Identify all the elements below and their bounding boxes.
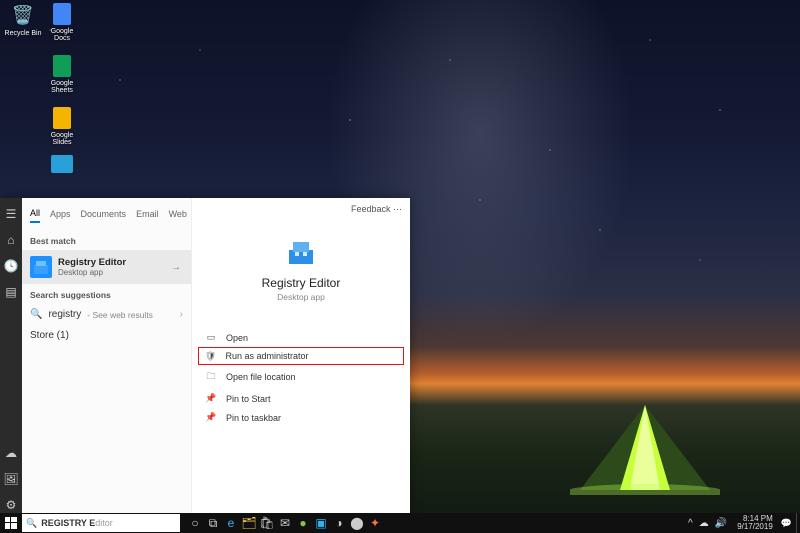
action-open[interactable]: ▭ Open — [198, 328, 404, 347]
open-icon: ▭ — [204, 332, 218, 343]
taskbar-search[interactable]: 🔍 REGISTRY Editor — [22, 514, 180, 532]
best-match-title: Registry Editor — [58, 257, 126, 268]
desktop: 🗑️ Recycle Bin Google Docs Google Sheets… — [0, 0, 800, 533]
app-icon[interactable]: ⬤ — [348, 513, 366, 533]
action-pin-to-start[interactable]: 📌 Pin to Start — [198, 389, 404, 408]
start-button[interactable] — [0, 513, 22, 533]
desktop-icon-google-docs[interactable]: Google Docs — [42, 3, 82, 42]
clock-date: 9/17/2019 — [737, 523, 773, 531]
shortcut-icon — [51, 155, 73, 173]
search-suggestions-label: Search suggestions — [22, 284, 191, 304]
desktop-icon-label: Google Docs — [42, 28, 82, 42]
shield-icon: 🛡 — [204, 351, 218, 362]
file-explorer-icon[interactable]: 🗂 — [240, 513, 258, 533]
list-icon[interactable]: ▤ — [3, 284, 19, 300]
desktop-icon-label: Google Slides — [42, 132, 82, 146]
action-label: Pin to taskbar — [226, 413, 281, 423]
cortana-icon[interactable]: ○ — [186, 513, 204, 533]
desktop-icon-label: Recycle Bin — [3, 30, 43, 37]
pin-icon: 📌 — [204, 393, 218, 404]
regedit-icon — [30, 256, 52, 278]
search-suggestion[interactable]: 🔍 registry - See web results › — [22, 304, 191, 325]
search-detail-column: Feedback ⋯ Registry Editor Desktop app ▭ — [192, 198, 410, 513]
wallpaper-tent — [570, 400, 720, 495]
google-sheets-icon — [53, 55, 71, 77]
recycle-bin-icon: 🗑️ — [11, 3, 35, 27]
arrow-right-icon: → — [171, 262, 181, 273]
search-text: REGISTRY Editor — [41, 518, 113, 528]
tab-apps[interactable]: Apps — [50, 209, 71, 222]
best-match-result[interactable]: Registry Editor Desktop app → — [22, 250, 191, 284]
tray-chevron-up-icon[interactable]: ^ — [688, 518, 693, 529]
desktop-icon-google-sheets[interactable]: Google Sheets — [42, 55, 82, 94]
google-docs-icon — [53, 3, 71, 25]
search-filter-tabs: All Apps Documents Email Web More ▾ — [22, 198, 191, 230]
desktop-icon-shortcut[interactable] — [42, 155, 82, 176]
action-run-as-administrator[interactable]: 🛡 Run as administrator — [198, 347, 404, 365]
picture-icon[interactable]: 🖼 — [3, 471, 19, 487]
detail-actions: ▭ Open 🛡 Run as administrator 🗀 Open fil… — [192, 328, 410, 427]
app-icon[interactable]: ✦ — [366, 513, 384, 533]
onedrive-icon[interactable]: ☁ — [699, 518, 709, 529]
app-icon[interactable]: ● — [294, 513, 312, 533]
action-label: Pin to Start — [226, 394, 271, 404]
suggestion-term: registry — [48, 309, 81, 320]
action-label: Open — [226, 333, 248, 343]
action-label: Run as administrator — [226, 351, 309, 361]
clock-icon[interactable]: 🕓 — [3, 258, 19, 274]
app-icon[interactable]: ▣ — [312, 513, 330, 533]
chevron-right-icon: › — [180, 309, 183, 320]
suggestion-hint: - See web results — [87, 310, 153, 320]
taskbar: 🔍 REGISTRY Editor ○ ⧉ e 🗂 🛍 ✉ ● ▣ ◑ ⬤ ✦ … — [0, 513, 800, 533]
taskbar-pinned: ○ ⧉ e 🗂 🛍 ✉ ● ▣ ◑ ⬤ ✦ — [186, 513, 384, 533]
search-icon: 🔍 — [30, 309, 42, 320]
search-icon: 🔍 — [26, 518, 37, 529]
cloud-icon[interactable]: ☁ — [3, 445, 19, 461]
steam-icon[interactable]: ◑ — [330, 513, 348, 533]
taskbar-clock[interactable]: 8:14 PM 9/17/2019 — [733, 515, 777, 531]
show-desktop-button[interactable] — [796, 513, 800, 533]
desktop-icon-recycle-bin[interactable]: 🗑️ Recycle Bin — [3, 3, 43, 37]
search-results-column: All Apps Documents Email Web More ▾ Best… — [22, 198, 192, 513]
start-rail: ☰ ⌂ 🕓 ▤ ☁ 🖼 ⚙ — [0, 198, 22, 513]
action-pin-to-taskbar[interactable]: 📌 Pin to taskbar — [198, 408, 404, 427]
tab-all[interactable]: All — [30, 208, 40, 223]
store-label: Store (1) — [30, 330, 69, 341]
task-view-icon[interactable]: ⧉ — [204, 513, 222, 533]
store-icon[interactable]: 🛍 — [258, 513, 276, 533]
tab-email[interactable]: Email — [136, 209, 159, 222]
best-match-label: Best match — [22, 230, 191, 250]
regedit-large-icon — [285, 236, 317, 268]
detail-header: Registry Editor Desktop app — [192, 236, 410, 302]
rail-spacer — [3, 310, 19, 435]
home-icon[interactable]: ⌂ — [3, 232, 19, 248]
hamburger-icon[interactable]: ☰ — [3, 206, 19, 222]
store-section[interactable]: Store (1) — [22, 325, 191, 346]
volume-icon[interactable]: 🔊 — [715, 518, 727, 529]
folder-icon: 🗀 — [204, 369, 218, 385]
detail-title: Registry Editor — [192, 276, 410, 290]
ellipsis-icon[interactable]: ⋯ — [393, 204, 402, 214]
feedback-link[interactable]: Feedback ⋯ — [351, 204, 402, 215]
pin-icon: 📌 — [204, 412, 218, 423]
system-tray: ^ ☁ 🔊 — [688, 518, 733, 529]
google-slides-icon — [53, 107, 71, 129]
tab-documents[interactable]: Documents — [81, 209, 127, 222]
gear-icon[interactable]: ⚙ — [3, 497, 19, 513]
desktop-icon-google-slides[interactable]: Google Slides — [42, 107, 82, 146]
detail-subtitle: Desktop app — [192, 292, 410, 302]
tab-web[interactable]: Web — [169, 209, 187, 222]
desktop-icon-label: Google Sheets — [42, 80, 82, 94]
action-center-icon[interactable]: 💬 — [777, 518, 796, 529]
windows-logo-icon — [5, 517, 17, 529]
best-match-subtitle: Desktop app — [58, 268, 126, 277]
action-open-file-location[interactable]: 🗀 Open file location — [198, 365, 404, 389]
edge-icon[interactable]: e — [222, 513, 240, 533]
mail-icon[interactable]: ✉ — [276, 513, 294, 533]
start-search-panel: ☰ ⌂ 🕓 ▤ ☁ 🖼 ⚙ All Apps Documents Email W… — [0, 198, 410, 513]
best-match-text: Registry Editor Desktop app — [58, 257, 126, 277]
action-label: Open file location — [226, 372, 296, 382]
